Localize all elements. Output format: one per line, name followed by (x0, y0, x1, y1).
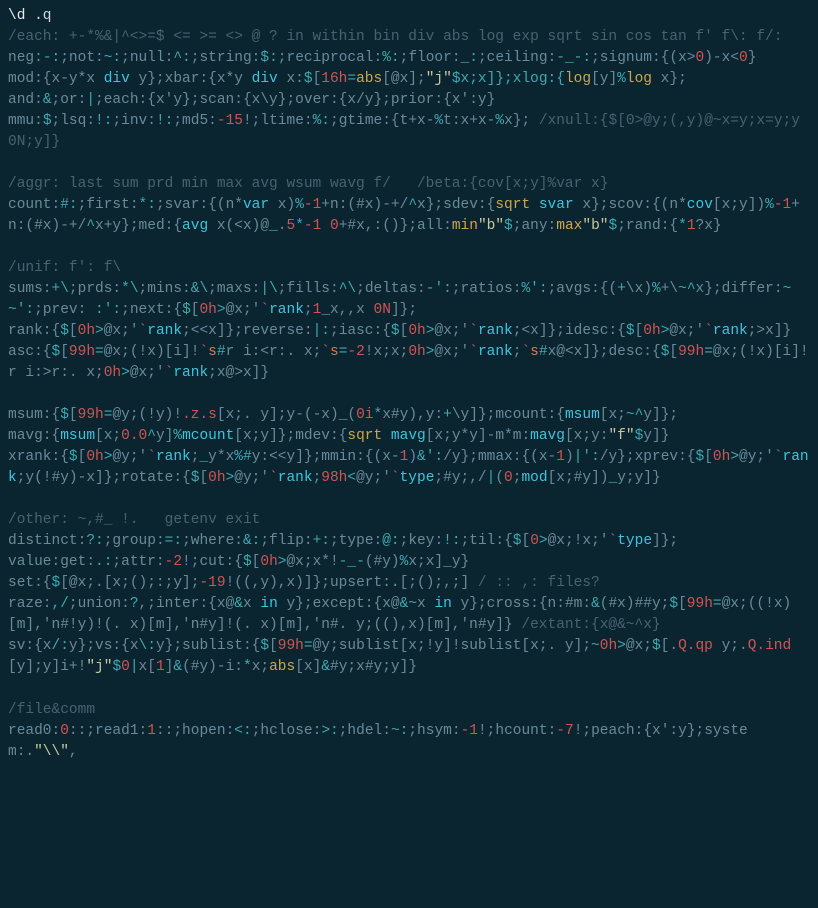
prompt: \d (8, 8, 25, 24)
aggr-comment: /aggr: last sum prd min max avg wsum wav… (8, 176, 608, 192)
other-comment: /other: ~,#_ !. getenv exit (8, 512, 260, 528)
terminal-output: \d .q /each: +-*%&|^<>=$ <= >= <> @ ? in… (8, 6, 810, 763)
filecomm-comment: /file&comm (8, 702, 95, 718)
unif-comment: /unif: f': f\ (8, 260, 121, 276)
each-comment: /each: +-*%&|^<>=$ <= >= <> @ ? in withi… (8, 29, 782, 45)
